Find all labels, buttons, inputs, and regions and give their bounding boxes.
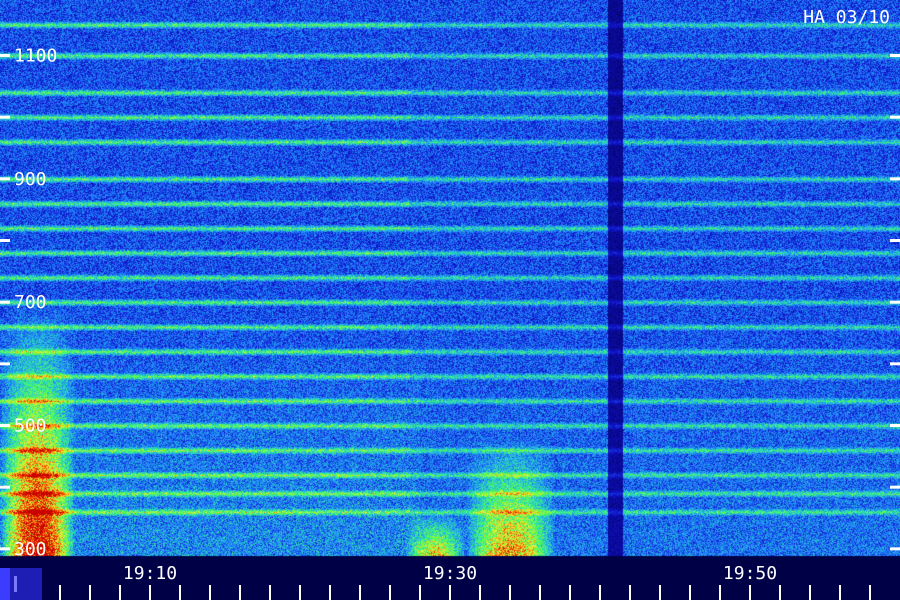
- y-tick-left-1100: [0, 54, 10, 57]
- x-tick-56: [839, 585, 841, 600]
- x-tick-16: [239, 585, 241, 600]
- x-tick-50: [749, 585, 751, 600]
- x-tick-20: [299, 585, 301, 600]
- y-tick-right-700: [890, 300, 900, 304]
- x-tick-28: [419, 585, 421, 600]
- x-tick-54: [809, 585, 811, 600]
- x-tick-22: [329, 585, 331, 600]
- y-tick-left-300: [0, 547, 10, 551]
- x-tick-48: [719, 585, 721, 600]
- y-tick-left-900: [0, 177, 10, 181]
- x-tick-8: [119, 585, 121, 600]
- y-tick-right-800: [890, 239, 900, 242]
- x-tick-34: [509, 585, 511, 600]
- x-tick-36: [539, 585, 541, 600]
- y-tick-left-800: [0, 239, 10, 242]
- x-axis: 19:10 19:30 19:50: [29, 563, 871, 600]
- x-tick-6: [89, 585, 91, 600]
- y-axis: 300 500 700 900 1100: [0, 46, 900, 560]
- y-tick-label-700: 700: [14, 292, 47, 313]
- y-tick-right-600: [890, 362, 900, 366]
- x-tick-12: [179, 585, 181, 600]
- y-tick-label-1100: 1100: [14, 46, 57, 67]
- x-tick-58: [869, 585, 871, 600]
- y-tick-label-900: 900: [14, 169, 47, 190]
- chart-overlay: 300 500 700 900 1100 19:10 19:30 19:50 HA 03/1…: [0, 7, 900, 600]
- x-tick-40: [599, 585, 601, 600]
- x-tick-14: [209, 585, 211, 600]
- y-tick-right-300: [890, 547, 900, 551]
- y-tick-left-500: [0, 424, 10, 427]
- x-tick-label-1910: 19:10: [123, 563, 177, 584]
- x-tick-38: [569, 585, 571, 600]
- x-tick-42: [629, 585, 631, 600]
- y-tick-right-1100: [890, 54, 900, 57]
- y-tick-left-600: [0, 362, 10, 366]
- x-tick-24: [359, 585, 361, 600]
- x-tick-46: [689, 585, 691, 600]
- x-tick-32: [479, 585, 481, 600]
- y-tick-label-300: 300: [14, 539, 47, 560]
- y-tick-label-500: 500: [14, 416, 47, 437]
- y-tick-left-400: [0, 485, 10, 489]
- x-tick-10: [149, 585, 151, 600]
- station-label: HA 03/10: [803, 7, 890, 28]
- x-tick-label-1930: 19:30: [423, 563, 477, 584]
- y-tick-right-400: [890, 485, 900, 489]
- x-tick-44: [659, 585, 661, 600]
- y-tick-right-1000: [890, 115, 900, 119]
- x-tick-52: [779, 585, 781, 600]
- x-tick-30: [449, 585, 451, 600]
- y-tick-right-500: [890, 424, 900, 427]
- x-tick-label-1950: 19:50: [723, 563, 777, 584]
- y-tick-left-700: [0, 300, 10, 304]
- x-tick-26: [389, 585, 391, 600]
- y-tick-left-1000: [0, 115, 10, 119]
- x-tick-18: [269, 585, 271, 600]
- x-tick-4: [59, 585, 61, 600]
- y-tick-right-900: [890, 177, 900, 181]
- colorbar-marker: [0, 568, 42, 600]
